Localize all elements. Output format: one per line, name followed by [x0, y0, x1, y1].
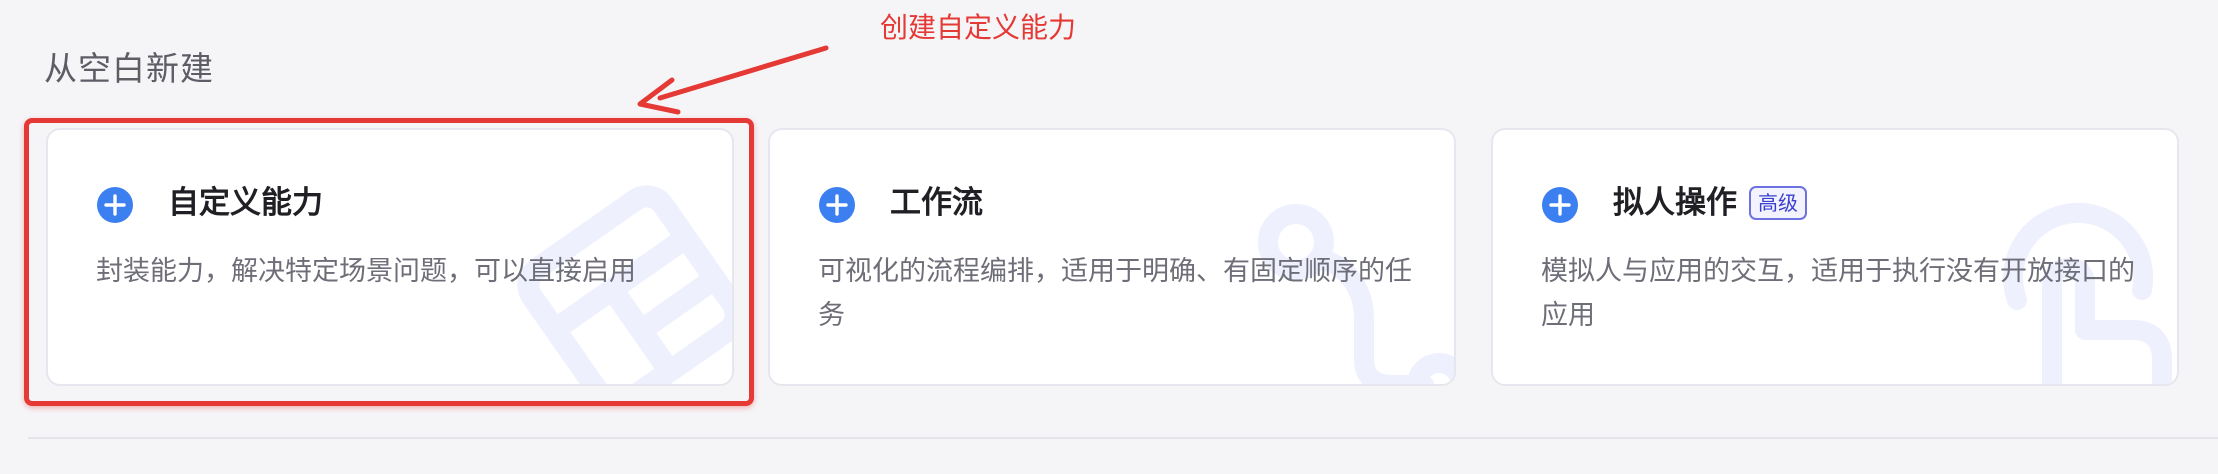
card-title-text: 工作流: [890, 185, 983, 221]
card-description: 模拟人与应用的交互，适用于执行没有开放接口的应用: [1541, 256, 2135, 331]
card-title: 工作流: [890, 180, 983, 226]
card-description: 封装能力，解决特定场景问题，可以直接启用: [96, 256, 636, 287]
advanced-badge: 高级: [1749, 186, 1807, 220]
plus-circle-icon: [97, 187, 133, 223]
card-custom-capability[interactable]: 自定义能力 封装能力，解决特定场景问题，可以直接启用: [46, 128, 734, 386]
card-human-like-operation[interactable]: 拟人操作 高级 模拟人与应用的交互，适用于执行没有开放接口的应用: [1491, 128, 2179, 386]
card-title: 拟人操作 高级: [1613, 180, 1807, 226]
card-title: 自定义能力: [168, 180, 323, 226]
card-title-text: 自定义能力: [168, 185, 323, 221]
plus-circle-icon: [819, 187, 855, 223]
card-title-text: 拟人操作: [1613, 185, 1737, 221]
divider: [28, 437, 2218, 439]
annotation-label: 创建自定义能力: [880, 11, 1077, 44]
card-description: 可视化的流程编排，适用于明确、有固定顺序的任务: [818, 256, 1412, 331]
section-title: 从空白新建: [44, 49, 214, 88]
plus-circle-icon: [1542, 187, 1578, 223]
card-workflow[interactable]: 工作流 可视化的流程编排，适用于明确、有固定顺序的任务: [768, 128, 1456, 386]
